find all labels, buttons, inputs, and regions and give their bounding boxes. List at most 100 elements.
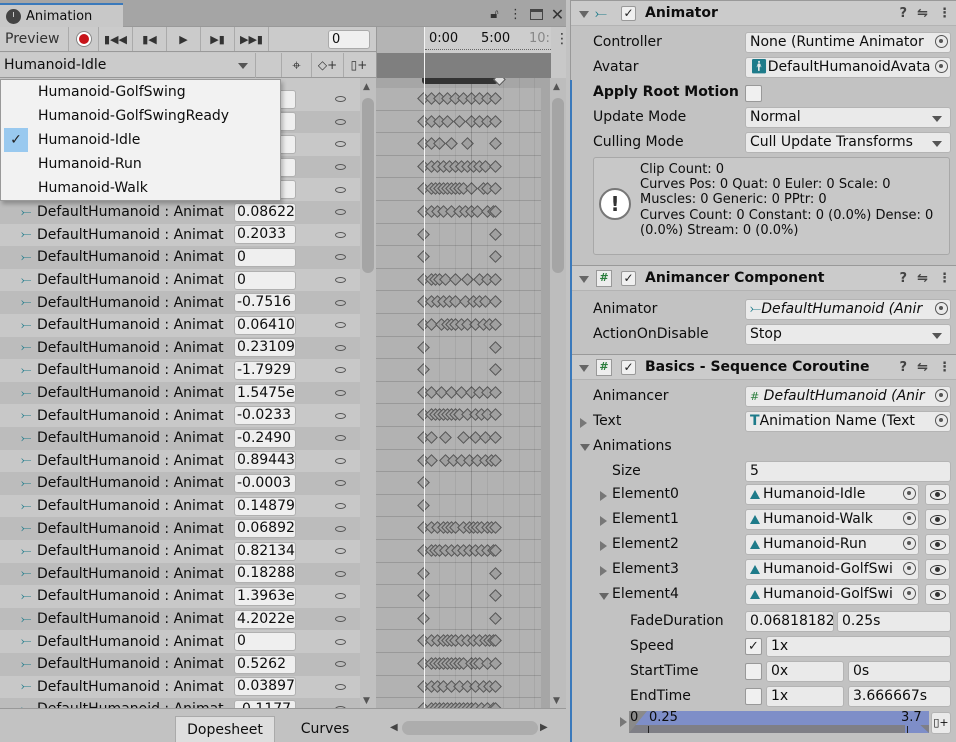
presets-icon[interactable]: ⇋: [917, 271, 928, 286]
tab-curves[interactable]: Curves: [275, 716, 375, 742]
text-field[interactable]: TAnimation Name (Text: [745, 411, 951, 432]
property-row[interactable]: ⤚ DefaultHumanoid : Animat 1.5475e: [0, 381, 360, 405]
property-value-field[interactable]: 0.06892: [234, 519, 296, 539]
apply-root-motion-checkbox[interactable]: [745, 85, 762, 102]
toggle-curve-icon[interactable]: [335, 299, 346, 306]
property-value-field[interactable]: 0.18288: [234, 564, 296, 584]
dopesheet-row[interactable]: [376, 336, 541, 360]
toggle-curve-icon[interactable]: [335, 548, 346, 555]
element-clip-field[interactable]: Humanoid-Idle: [745, 484, 919, 505]
toggle-curve-icon[interactable]: [335, 457, 346, 464]
preview-button[interactable]: [925, 484, 950, 505]
property-value-field[interactable]: -0.0003: [234, 473, 296, 493]
object-picker-icon[interactable]: [935, 35, 948, 48]
property-value-field[interactable]: 0.14879: [234, 496, 296, 516]
first-key-button[interactable]: ▮◀◀: [99, 27, 133, 51]
animator-enabled-checkbox[interactable]: ✓: [621, 6, 636, 21]
help-icon[interactable]: ?: [900, 6, 908, 21]
object-picker-icon[interactable]: [903, 587, 916, 600]
object-picker-icon[interactable]: [935, 414, 948, 427]
property-value-field[interactable]: 0.06410: [234, 315, 296, 335]
action-on-disable-dropdown[interactable]: Stop: [745, 324, 951, 345]
object-picker-icon[interactable]: [935, 302, 948, 315]
dopesheet-row[interactable]: [376, 585, 541, 608]
toggle-curve-icon[interactable]: [335, 480, 346, 487]
play-button[interactable]: ▶: [167, 27, 201, 51]
start-time-field[interactable]: 0x: [766, 661, 844, 682]
timeline-menu-icon[interactable]: ⋮: [555, 31, 569, 47]
scroll-left-icon[interactable]: ◀: [390, 722, 398, 733]
object-picker-icon[interactable]: [935, 389, 948, 402]
preview-button[interactable]: [925, 559, 950, 580]
hscroll-thumb[interactable]: [402, 721, 538, 735]
property-value-field[interactable]: 1.3963e: [234, 586, 296, 606]
toggle-curve-icon[interactable]: [335, 390, 346, 397]
property-row[interactable]: ⤚ DefaultHumanoid : Animat -0.2490: [0, 427, 360, 450]
more-icon[interactable]: ⋮: [938, 360, 951, 375]
property-row[interactable]: ⤚ DefaultHumanoid : Animat 0: [0, 268, 360, 292]
more-icon[interactable]: ⋮: [938, 6, 951, 21]
property-row[interactable]: ⤚ DefaultHumanoid : Animat -0.0003: [0, 472, 360, 495]
property-value-field[interactable]: 0.08622: [234, 202, 296, 222]
property-value-field[interactable]: 0.03897: [234, 677, 296, 697]
last-key-button[interactable]: ▶▶▮: [235, 27, 269, 51]
toggle-curve-icon[interactable]: [335, 254, 346, 261]
property-value-field[interactable]: 0.5262: [234, 654, 296, 674]
property-row[interactable]: ⤚ DefaultHumanoid : Animat 1.3963e: [0, 585, 360, 608]
toggle-curve-icon[interactable]: [335, 96, 346, 103]
animator-header[interactable]: ⤚ ✓ Animator ? ⇋ ⋮: [571, 0, 956, 26]
expand-icon[interactable]: [600, 491, 607, 501]
property-value-field[interactable]: 0.89443: [234, 451, 296, 471]
timeline-hscrollbar[interactable]: ◀ ▶: [376, 716, 550, 742]
summary-keyframes[interactable]: [422, 78, 498, 84]
fade-duration-field[interactable]: 0.06818182: [745, 611, 834, 632]
collapse-icon[interactable]: [579, 276, 589, 283]
property-value-field[interactable]: -0.2490: [234, 428, 296, 448]
expand-icon[interactable]: [620, 717, 627, 727]
dopesheet-row[interactable]: [376, 223, 541, 247]
property-value-field[interactable]: -0.0233: [234, 406, 296, 426]
scroll-thumb[interactable]: [362, 98, 374, 273]
preview-button[interactable]: [925, 584, 950, 605]
expand-icon[interactable]: [600, 541, 607, 551]
property-row[interactable]: ⤚ DefaultHumanoid : Animat 0.5262: [0, 653, 360, 676]
time-range-bar[interactable]: 0 0.25 3.7: [629, 710, 929, 733]
sequence-coroutine-header[interactable]: # ✓ Basics - Sequence Coroutine ? ⇋ ⋮: [571, 354, 956, 380]
property-row[interactable]: ⤚ DefaultHumanoid : Animat -0.0233: [0, 404, 360, 427]
more-icon[interactable]: ⋮: [505, 5, 526, 23]
speed-field[interactable]: 1x: [766, 636, 951, 657]
update-mode-dropdown[interactable]: Normal: [745, 107, 951, 128]
clip-menu-item[interactable]: Humanoid-Walk: [1, 176, 280, 200]
property-row[interactable]: ⤚ DefaultHumanoid : Animat 0.2033: [0, 223, 360, 247]
clip-dropdown[interactable]: Humanoid-Idle: [0, 52, 256, 78]
scroll-right-icon[interactable]: ▶: [540, 722, 548, 733]
object-picker-icon[interactable]: [903, 487, 916, 500]
property-row[interactable]: ⤚ DefaultHumanoid : Animat -0.7516: [0, 291, 360, 314]
dopesheet-row[interactable]: [376, 359, 541, 382]
dopesheet-row[interactable]: [376, 607, 541, 631]
property-value-field[interactable]: -0.1177: [234, 699, 296, 708]
property-row[interactable]: ⤚ DefaultHumanoid : Animat 0: [0, 246, 360, 269]
time-ruler[interactable]: 0:00 5:00 10:: [425, 27, 551, 53]
culling-mode-dropdown[interactable]: Cull Update Transforms: [745, 132, 951, 153]
toggle-curve-icon[interactable]: [335, 344, 346, 351]
filter-selection-button[interactable]: ⌖: [282, 53, 312, 77]
next-key-button[interactable]: ▶▮: [201, 27, 235, 51]
playhead[interactable]: [424, 27, 425, 708]
property-value-field[interactable]: 0.23109: [234, 338, 296, 358]
speed-checkbox[interactable]: ✓: [745, 638, 762, 655]
dopesheet-row[interactable]: [376, 494, 541, 518]
animator-ref-field[interactable]: ⤚DefaultHumanoid (Anir: [745, 299, 951, 320]
toggle-curve-icon[interactable]: [335, 118, 346, 125]
toggle-curve-icon[interactable]: [335, 231, 346, 238]
dopesheet-row[interactable]: [376, 246, 541, 269]
property-row[interactable]: ⤚ DefaultHumanoid : Animat 0.23109: [0, 336, 360, 360]
property-value-field[interactable]: 0.2033: [234, 225, 296, 245]
toggle-curve-icon[interactable]: [335, 412, 346, 419]
start-seconds-field[interactable]: 0s: [848, 661, 951, 682]
object-picker-icon[interactable]: [903, 537, 916, 550]
scroll-thumb[interactable]: [552, 98, 564, 273]
record-button[interactable]: [69, 27, 99, 51]
toggle-curve-icon[interactable]: [335, 570, 346, 577]
maximize-icon[interactable]: [526, 5, 547, 23]
